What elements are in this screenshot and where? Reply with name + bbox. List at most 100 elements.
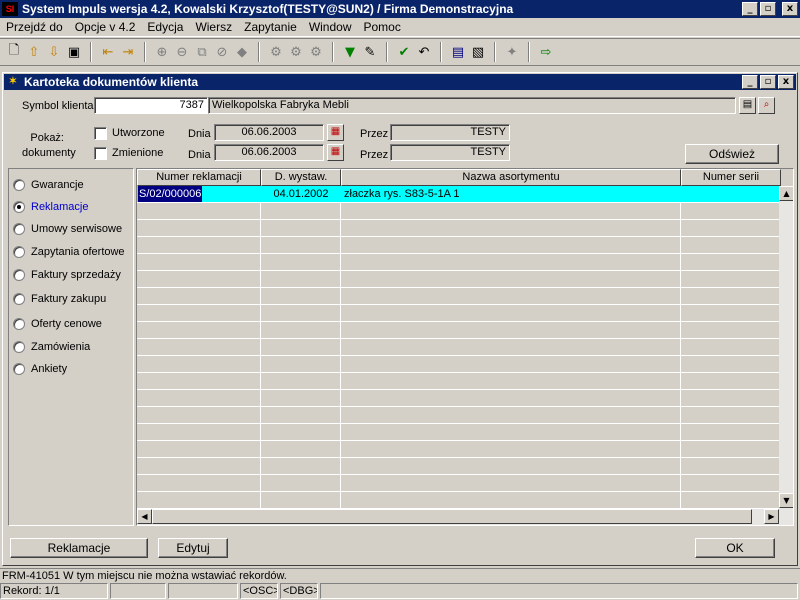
column-header-date[interactable]: D. wystaw. [261, 169, 341, 186]
menu-window[interactable]: Window [305, 20, 356, 34]
scroll-up-button[interactable]: ▲ [779, 186, 793, 201]
radio-faktury-sprzedazy[interactable]: Faktury sprzedaży [13, 269, 121, 281]
print-icon[interactable]: ▤ [448, 42, 468, 62]
menu-edycja[interactable]: Edycja [143, 20, 187, 34]
window-minimize-button[interactable]: _ [742, 75, 758, 89]
edit-button[interactable]: Edytuj [158, 538, 228, 558]
grid-row-line [137, 202, 779, 203]
last-record-icon[interactable]: ⇥ [118, 42, 138, 62]
radio-faktury-zakupu[interactable]: Faktury zakupu [13, 293, 106, 305]
help-icon[interactable]: ✦ [502, 42, 522, 62]
execute-query-icon[interactable]: ⚙ [286, 42, 306, 62]
vertical-scrollbar[interactable]: ▲ ▼ [779, 186, 793, 509]
radio-gwarancje[interactable]: Gwarancje [13, 179, 84, 191]
radio-indicator[interactable] [13, 223, 25, 235]
modified-date-field[interactable]: 06.06.2003 [214, 144, 324, 161]
arrow-down-icon[interactable]: ⇩ [44, 42, 64, 62]
modified-checkbox[interactable] [94, 147, 107, 160]
radio-zapytania-ofertowe[interactable]: Zapytania ofertowe [13, 246, 125, 258]
column-header-serial[interactable]: Numer serii [681, 169, 781, 186]
status-slot [320, 583, 798, 599]
radio-oferty-cenowe[interactable]: Oferty cenowe [13, 318, 102, 330]
cell-serial[interactable] [683, 186, 779, 202]
grid-column-line [340, 186, 341, 509]
first-record-icon[interactable]: ⇤ [98, 42, 118, 62]
created-date-field[interactable]: 06.06.2003 [214, 124, 324, 141]
dbg-indicator: <DBG> [280, 583, 318, 599]
horizontal-scrollbar[interactable]: ◀ ▶ [137, 509, 793, 525]
reklamacje-button[interactable]: Reklamacje [10, 538, 148, 558]
radio-indicator[interactable] [13, 246, 25, 258]
new-document-icon[interactable]: 🗋 [4, 42, 24, 62]
status-bar: Rekord: 1/1 <OSC> <DBG> [0, 583, 800, 600]
print-preview-icon[interactable]: ▧ [468, 42, 488, 62]
minimize-button[interactable]: _ [742, 2, 758, 16]
client-code-field[interactable]: 7387 [94, 97, 208, 114]
close-button[interactable]: x [782, 2, 798, 16]
cell-number[interactable]: S/02/000006 [138, 186, 203, 202]
filter-icon[interactable]: ▼ [340, 42, 360, 62]
column-header-number[interactable]: Numer reklamacji [137, 169, 261, 186]
radio-ankiety[interactable]: Ankiety [13, 363, 67, 375]
app-logo-icon: SI [2, 2, 18, 16]
menu-zapytanie[interactable]: Zapytanie [240, 20, 301, 34]
rollback-icon[interactable]: ↶ [414, 42, 434, 62]
grid-row-line [137, 474, 779, 475]
radio-indicator[interactable] [13, 363, 25, 375]
scroll-down-button[interactable]: ▼ [779, 493, 793, 508]
refresh-button[interactable]: Odśwież [685, 144, 779, 164]
menu-wiersz[interactable]: Wiersz [191, 20, 236, 34]
cell-item[interactable]: złaczka rys. S83-5-1A 1 [344, 186, 678, 202]
menu-bar: Przejdź do Opcje v 4.2 Edycja Wiersz Zap… [0, 18, 800, 37]
radio-label: Gwarancje [31, 179, 84, 191]
commit-icon[interactable]: ✔ [394, 42, 414, 62]
eraser-icon[interactable]: ◆ [232, 42, 252, 62]
exit-icon[interactable]: ⇨ [536, 42, 556, 62]
cell-date[interactable]: 04.01.2002 [262, 186, 340, 202]
radio-indicator[interactable] [13, 179, 25, 191]
menu-pomoc[interactable]: Pomoc [360, 20, 405, 34]
radio-indicator[interactable] [13, 318, 25, 330]
ok-button[interactable]: OK [695, 538, 775, 558]
window-maximize-button[interactable]: ▫ [760, 75, 776, 89]
scroll-right-button[interactable]: ▶ [764, 509, 779, 524]
restore-button[interactable]: ▫ [760, 2, 776, 16]
clear-record-icon[interactable]: ⊘ [212, 42, 232, 62]
clear-filter-icon[interactable]: ✎ [360, 42, 380, 62]
toolbar-separator [90, 42, 92, 62]
duplicate-record-icon[interactable]: ⧉ [192, 42, 212, 62]
delete-record-icon[interactable]: ⊖ [172, 42, 192, 62]
count-query-icon[interactable]: ⚙ [306, 42, 326, 62]
scroll-left-button[interactable]: ◀ [137, 509, 152, 524]
status-slot [168, 583, 238, 599]
modified-by-label: Przez [360, 149, 389, 161]
modified-calendar-button[interactable]: ▦ [327, 144, 344, 161]
client-details-button[interactable]: ▤ [739, 97, 756, 114]
column-header-item[interactable]: Nazwa asortymentu [341, 169, 681, 186]
radio-indicator[interactable] [13, 201, 25, 213]
arrow-up-icon[interactable]: ⇧ [24, 42, 44, 62]
radio-zamowienia[interactable]: Zamówienia [13, 341, 90, 353]
insert-record-icon[interactable]: ⊕ [152, 42, 172, 62]
radio-umowy-serwisowe[interactable]: Umowy serwisowe [13, 223, 122, 235]
radio-indicator[interactable] [13, 293, 25, 305]
radio-indicator[interactable] [13, 341, 25, 353]
grid-row-line [137, 321, 779, 322]
created-checkbox[interactable] [94, 127, 107, 140]
menu-przejdz-do[interactable]: Przejdź do [2, 20, 67, 34]
documents-table: Numer reklamacji D. wystaw. Nazwa asorty… [136, 168, 794, 526]
save-icon[interactable]: ▣ [64, 42, 84, 62]
window-close-button[interactable]: x [778, 75, 794, 89]
radio-reklamacje[interactable]: Reklamacje [13, 201, 88, 213]
grid-row-line [137, 457, 779, 458]
radio-indicator[interactable] [13, 269, 25, 281]
modified-by-field: TESTY [390, 144, 510, 161]
query-icon[interactable]: ⚙ [266, 42, 286, 62]
created-by-field: TESTY [390, 124, 510, 141]
client-search-button[interactable]: ⌕ [758, 97, 775, 114]
scroll-thumb[interactable] [152, 509, 752, 524]
grid-row-line [137, 270, 779, 271]
created-calendar-button[interactable]: ▦ [327, 124, 344, 141]
app-title: System Impuls wersja 4.2, Kowalski Krzys… [22, 2, 514, 16]
menu-opcje[interactable]: Opcje v 4.2 [71, 20, 140, 34]
